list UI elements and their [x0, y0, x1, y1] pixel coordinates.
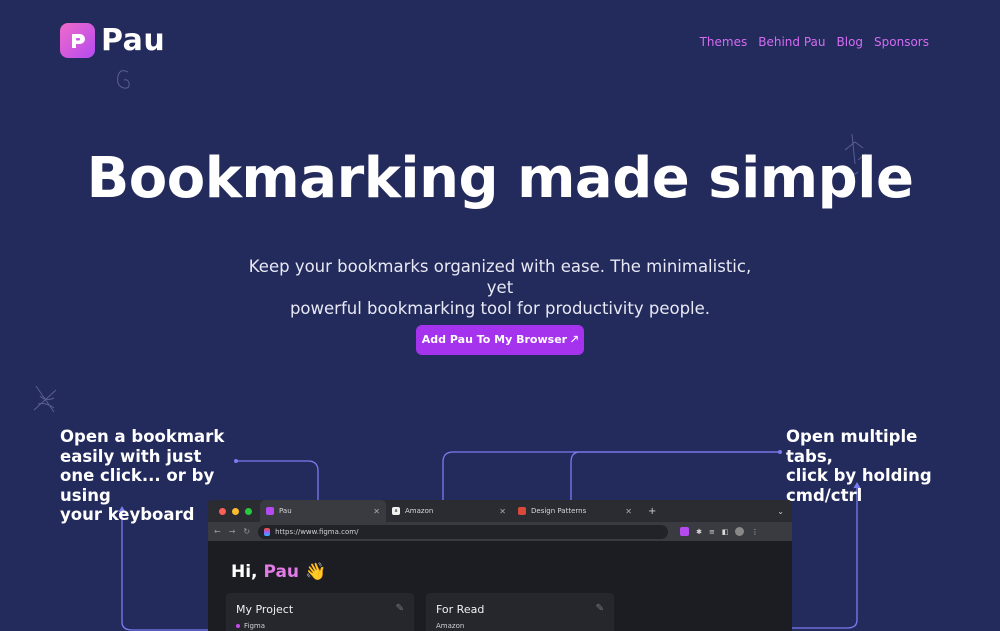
hero-subtitle-line-2: powerful bookmarking tool for productivi… — [289, 299, 711, 318]
greeting-name: Pau — [263, 562, 300, 582]
sidebar-icon[interactable]: ◧ — [722, 528, 729, 536]
extensions-area: ✱ ≡ ◧ ⋮ — [680, 527, 758, 536]
address-bar-url: https://www.figma.com/ — [275, 527, 359, 536]
puzzle-icon[interactable]: ✱ — [696, 528, 702, 536]
reading-list-icon[interactable]: ≡ — [709, 528, 715, 536]
callout-right-line: cmd/ctrl — [786, 485, 863, 505]
doodles — [33, 70, 867, 413]
right-arrow-to-tab-design — [570, 451, 780, 503]
forward-arrow-icon[interactable]: → — [229, 527, 236, 536]
callout-left-line: easily with just — [60, 446, 202, 466]
edit-icon[interactable]: ✎ — [396, 603, 404, 614]
bookmark-label: Figma — [244, 622, 266, 630]
callout-right-line: click by holding — [786, 466, 932, 485]
greeting: Hi, Pau 👋 — [231, 562, 326, 582]
tab-label: Pau — [279, 507, 292, 515]
nav-blog-link[interactable]: Blog — [837, 35, 864, 49]
design-patterns-favicon-icon — [518, 507, 526, 515]
close-window-dot[interactable] — [219, 507, 226, 515]
nav-themes-link[interactable]: Themes — [700, 35, 748, 49]
new-tab-button[interactable]: + — [648, 506, 656, 517]
waving-hand-icon: 👋 — [304, 562, 327, 582]
figma-favicon-icon — [264, 527, 271, 536]
bookmark-item[interactable]: Figma — [236, 622, 404, 630]
tab-label: Design Patterns — [531, 507, 587, 515]
address-bar[interactable]: https://www.figma.com/ — [258, 524, 669, 539]
bookmark-card-for-read[interactable]: For Read ✎ Amazon — [426, 593, 614, 631]
tab-label: Amazon — [405, 507, 434, 515]
browser-toolbar: ← → ↻ https://www.figma.com/ ✱ ≡ ◧ ⋮ — [208, 522, 792, 541]
browser-tab-amazon[interactable]: a Amazon ✕ — [386, 500, 512, 522]
window-controls — [208, 507, 260, 515]
pau-favicon-icon — [266, 507, 274, 515]
minimize-window-dot[interactable] — [232, 507, 239, 515]
bookmark-item[interactable]: Amazon — [436, 622, 604, 630]
maximize-window-dot[interactable] — [245, 507, 252, 515]
back-arrow-icon[interactable]: ← — [214, 527, 221, 536]
hero-title: Bookmarking made simple — [86, 146, 914, 211]
nav-behind-pau-link[interactable]: Behind Pau — [758, 35, 825, 49]
nav-sponsors-link[interactable]: Sponsors — [874, 35, 929, 49]
edit-icon[interactable]: ✎ — [596, 603, 604, 614]
right-arrow-to-tab-amazon — [442, 451, 780, 503]
callout-open-multiple-tabs: Open multiple tabs, click by holding cmd… — [786, 427, 966, 505]
browser-tab-bar: Pau ✕ a Amazon ✕ Design Patterns ✕ + ⌄ — [208, 500, 792, 522]
add-to-browser-button[interactable]: Add Pau To My Browser 🡕 — [416, 325, 584, 355]
hero-subtitle: Keep your bookmarks organized with ease.… — [240, 256, 760, 319]
close-tab-icon[interactable]: ✕ — [625, 507, 632, 516]
more-menu-icon[interactable]: ⋮ — [751, 528, 758, 536]
browser-tab-pau[interactable]: Pau ✕ — [260, 500, 386, 522]
reload-icon[interactable]: ↻ — [243, 527, 250, 536]
close-tab-icon[interactable]: ✕ — [373, 507, 380, 516]
pau-logo-icon — [60, 23, 95, 58]
callout-left-line: Open a bookmark — [60, 427, 225, 446]
pau-extension-icon[interactable] — [680, 527, 690, 536]
brand-name: Pau — [101, 23, 166, 58]
card-title: For Read — [436, 603, 485, 616]
brand-logo[interactable]: Pau — [60, 23, 165, 58]
browser-mockup: Pau ✕ a Amazon ✕ Design Patterns ✕ + ⌄ ←… — [208, 500, 792, 631]
card-title: My Project — [236, 603, 294, 616]
amazon-favicon-icon: a — [392, 507, 400, 515]
chevron-down-icon[interactable]: ⌄ — [777, 507, 784, 516]
bookmark-card-my-project[interactable]: My Project ✎ Figma — [226, 593, 414, 631]
greeting-prefix: Hi, — [231, 562, 264, 582]
top-nav: Themes Behind Pau Blog Sponsors — [700, 35, 929, 49]
avatar[interactable] — [735, 527, 745, 536]
browser-tab-design-patterns[interactable]: Design Patterns ✕ — [512, 500, 638, 522]
close-tab-icon[interactable]: ✕ — [499, 507, 506, 516]
callout-right-line: Open multiple tabs, — [786, 427, 918, 466]
bookmark-label: Amazon — [436, 622, 465, 630]
figma-favicon-icon — [236, 624, 240, 628]
hero-subtitle-line-1: Keep your bookmarks organized with ease.… — [248, 257, 752, 297]
